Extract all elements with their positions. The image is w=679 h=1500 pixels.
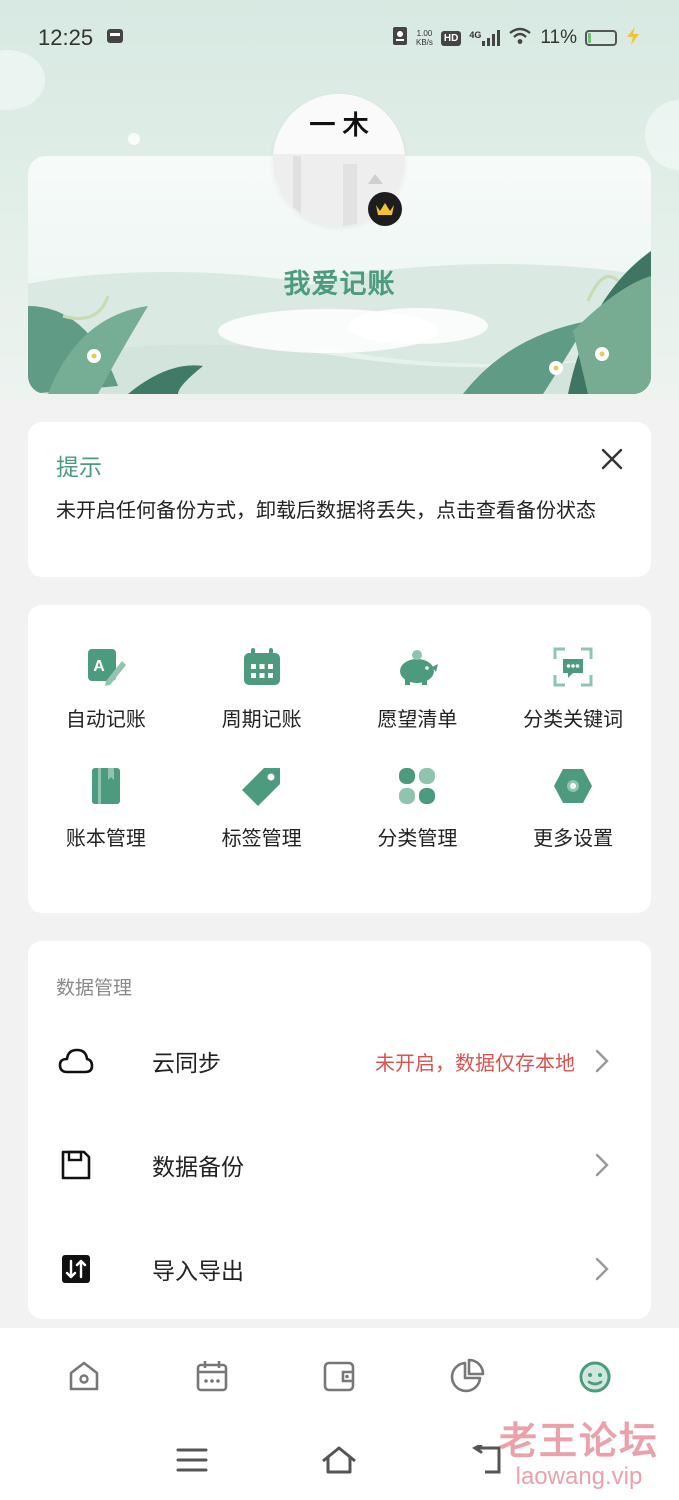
feature-category-management[interactable]: 分类管理 — [340, 764, 496, 851]
watermark: 老王论坛 laowang.vip — [498, 1421, 659, 1490]
vip-crown-icon — [368, 192, 402, 226]
nav-home[interactable] — [54, 1346, 114, 1406]
ledger-book-icon — [84, 764, 128, 808]
nav-wallet[interactable] — [309, 1346, 369, 1406]
tip-title: 提示 — [56, 455, 102, 481]
save-disk-icon — [56, 1145, 96, 1185]
piggy-bank-icon — [395, 645, 439, 689]
import-export-row[interactable]: 导入导出 — [28, 1229, 651, 1309]
battery-percent: 11% — [540, 27, 577, 48]
wallet-icon — [324, 1361, 355, 1392]
calendar-icon — [240, 645, 284, 689]
settings-hexagon-icon — [551, 764, 595, 808]
status-time: 12:25 — [38, 25, 94, 50]
feature-more-settings[interactable]: 更多设置 — [495, 764, 651, 851]
feature-periodic-bookkeeping[interactable]: 周期记账 — [184, 645, 340, 732]
status-bar: 12:25 1.00 KB/s HD 4G 11% — [0, 0, 679, 76]
feature-grid-card: A 自动记账 周期记账 愿望清单 分类关键词 账本管理 标签管理 分类管理 更多… — [28, 605, 651, 913]
backup-tip-card[interactable]: 提示 未开启任何备份方式，卸载后数据将丢失，点击查看备份状态 — [28, 422, 651, 577]
chevron-right-icon — [589, 1256, 615, 1282]
id-card-icon — [392, 26, 408, 51]
auto-bookkeeping-icon: A — [84, 645, 128, 689]
home-icon — [69, 1361, 99, 1391]
net-speed: 1.00 KB/s — [416, 29, 433, 47]
category-grid-icon — [395, 764, 439, 808]
profile-face-icon — [579, 1361, 612, 1393]
close-icon[interactable] — [595, 442, 629, 476]
keyword-icon — [551, 645, 595, 689]
notification-icon — [105, 26, 125, 51]
section-title: 数据管理 — [56, 977, 133, 999]
feature-category-keyword[interactable]: 分类关键词 — [495, 645, 651, 732]
username: 我爱记账 — [283, 269, 396, 300]
charging-icon — [625, 26, 641, 50]
svg-text:一 木: 一 木 — [309, 110, 368, 140]
tip-text: 未开启任何备份方式，卸载后数据将丢失，点击查看备份状态 — [56, 498, 596, 522]
nav-calendar[interactable] — [182, 1346, 242, 1406]
feature-tag-management[interactable]: 标签管理 — [184, 764, 340, 851]
feature-ledger-management[interactable]: 账本管理 — [28, 764, 184, 851]
import-export-icon — [56, 1249, 96, 1289]
cloud-sync-row[interactable]: 云同步 未开启，数据仅存本地 — [28, 1021, 651, 1101]
data-management-card: 数据管理 云同步 未开启，数据仅存本地 数据备份 导入导出 — [28, 941, 651, 1319]
calendar-icon — [196, 1361, 227, 1392]
nav-statistics[interactable] — [437, 1346, 497, 1406]
chevron-right-icon — [589, 1048, 615, 1074]
nav-profile[interactable] — [565, 1346, 625, 1406]
signal-icon: 4G — [469, 30, 501, 46]
pie-chart-icon — [451, 1358, 485, 1393]
tag-icon — [240, 764, 284, 808]
chevron-right-icon — [589, 1152, 615, 1178]
feature-auto-bookkeeping[interactable]: A 自动记账 — [28, 645, 184, 732]
battery-icon — [585, 30, 617, 46]
hd-badge: HD — [440, 30, 462, 46]
home-button-icon[interactable] — [320, 1445, 358, 1479]
data-backup-row[interactable]: 数据备份 — [28, 1125, 651, 1205]
feature-wishlist[interactable]: 愿望清单 — [340, 645, 496, 732]
cloud-sync-status: 未开启，数据仅存本地 — [375, 1050, 575, 1075]
svg-text:A: A — [93, 658, 105, 675]
wifi-icon — [508, 27, 532, 50]
menu-icon[interactable] — [176, 1447, 208, 1477]
cloud-icon — [56, 1041, 96, 1081]
